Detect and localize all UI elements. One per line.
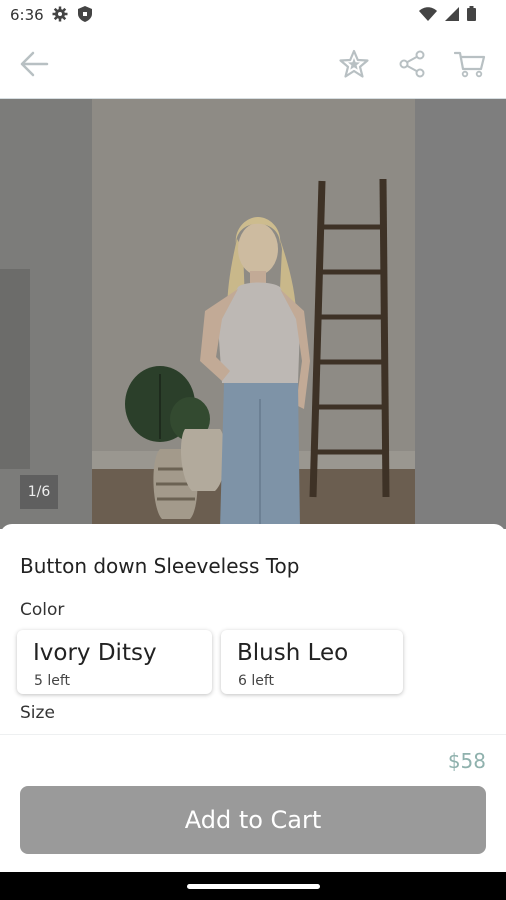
divider [0,734,506,735]
home-gesture-handle[interactable] [187,884,320,889]
color-label: Color [20,600,65,620]
share-icon [398,50,426,82]
color-option-ivory-ditsy[interactable]: Ivory Ditsy 5 left [17,630,212,694]
image-counter: 1/6 [20,475,58,509]
signal-icon [445,6,459,25]
star-icon [338,49,370,83]
shield-icon [78,6,92,26]
product-price: $58 [447,749,486,773]
share-button[interactable] [392,46,432,86]
color-option-stock: 5 left [34,673,71,689]
arrow-left-icon [19,51,49,81]
status-bar: 6:36 [0,0,506,32]
system-nav-bar [0,872,506,900]
settings-gear-icon [52,6,68,26]
back-button[interactable] [14,46,54,86]
favorite-button[interactable] [334,46,374,86]
cart-button[interactable] [450,46,490,86]
color-option-blush-leo[interactable]: Blush Leo 6 left [221,630,403,694]
add-to-cart-button[interactable]: Add to Cart [20,786,486,854]
product-detail-sheet: Button down Sleeveless Top Color Ivory D… [0,524,506,872]
product-photo [0,99,506,529]
cart-icon [453,50,486,82]
color-option-name: Ivory Ditsy [33,640,157,666]
battery-icon [467,6,476,25]
color-option-stock: 6 left [238,673,275,689]
size-label: Size [20,703,55,723]
wifi-icon [419,6,437,25]
product-title: Button down Sleeveless Top [20,554,300,578]
status-time: 6:36 [10,6,44,24]
color-option-name: Blush Leo [237,640,349,666]
product-image-gallery[interactable]: 1/6 [0,99,506,529]
app-header [0,32,506,99]
